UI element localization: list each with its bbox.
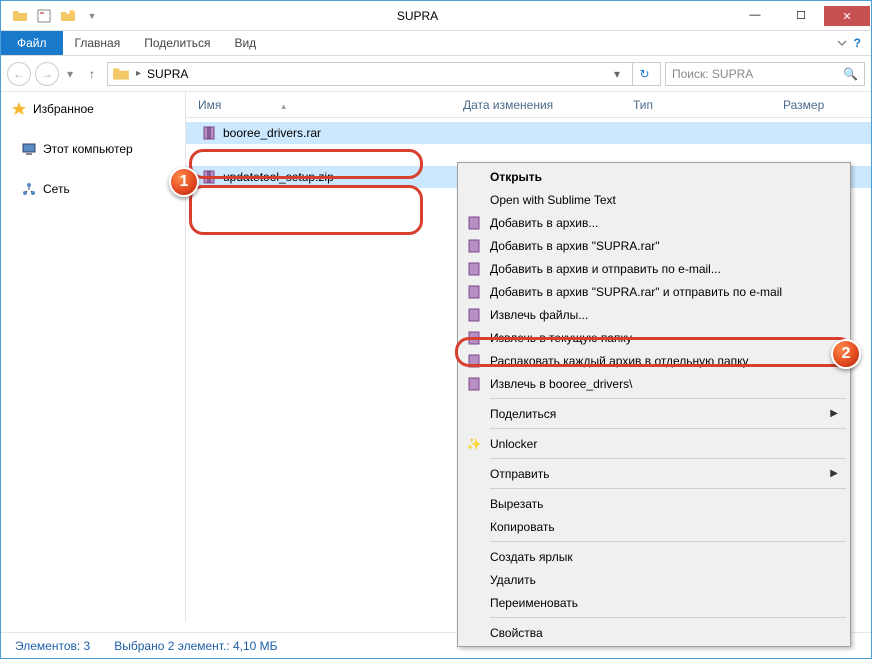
column-date[interactable]: Дата изменения [463,98,633,112]
ctx-rename[interactable]: Переименовать [460,591,848,614]
tab-file[interactable]: Файл [1,31,63,55]
window-title: SUPRA [103,9,732,23]
column-type[interactable]: Тип [633,98,783,112]
sidebar-item-label: Сеть [43,182,70,196]
separator [490,617,846,618]
back-button[interactable]: ← [7,62,31,86]
winrar-icon [464,328,484,348]
folder-icon [112,65,130,83]
ctx-sublime[interactable]: Open with Sublime Text [460,188,848,211]
tab-home[interactable]: Главная [63,31,133,55]
star-icon [11,101,27,117]
winrar-icon [464,374,484,394]
winrar-icon [464,259,484,279]
sort-indicator-icon: ▴ [281,101,286,111]
separator [490,541,846,542]
winrar-icon [464,236,484,256]
ctx-copy[interactable]: Копировать [460,515,848,538]
ctx-delete[interactable]: Удалить [460,568,848,591]
ribbon-tabs: Файл Главная Поделиться Вид ? [1,31,871,56]
ctx-extract-here[interactable]: Извлечь в текущую папку [460,326,848,349]
path-dropdown-icon[interactable]: ▾ [608,67,626,81]
step-marker-1: 1 [169,167,199,197]
properties-icon[interactable] [33,5,55,27]
submenu-arrow-icon: ▶ [830,408,838,419]
status-selected: Выбрано 2 элемент.: 4,10 МБ [114,639,277,653]
network-icon [21,181,37,197]
qat: ▼ [1,5,103,27]
ctx-send[interactable]: Отправить▶ [460,462,848,485]
winrar-icon [464,213,484,233]
sidebar-network[interactable]: Сеть [1,178,185,200]
winrar-icon [464,282,484,302]
file-name: updatetool_setup.zip [223,170,334,184]
archive-icon [201,169,217,185]
separator [490,428,846,429]
search-input[interactable]: Поиск: SUPRA 🔍 [665,62,865,86]
step-marker-2: 2 [831,339,861,369]
winrar-icon [464,305,484,325]
separator [490,488,846,489]
history-dropdown-icon[interactable]: ▾ [63,67,77,81]
column-size[interactable]: Размер [783,98,854,112]
chevron-right-icon[interactable]: ▸ [136,68,141,79]
ctx-shortcut[interactable]: Создать ярлык [460,545,848,568]
separator [490,398,846,399]
separator [490,458,846,459]
sidebar-item-label: Избранное [33,102,94,116]
titlebar: ▼ SUPRA — ☐ ✕ [1,1,871,31]
column-headers: Имя▴ Дата изменения Тип Размер [186,92,871,118]
status-count: Элементов: 3 [15,639,90,653]
tab-view[interactable]: Вид [222,31,268,55]
ctx-add-email[interactable]: Добавить в архив и отправить по e-mail..… [460,257,848,280]
qat-dropdown-icon[interactable]: ▼ [81,5,103,27]
submenu-arrow-icon: ▶ [830,468,838,479]
file-name: booree_drivers.rar [223,126,321,140]
search-icon[interactable]: 🔍 [843,67,858,81]
ctx-extract-files[interactable]: Извлечь файлы... [460,303,848,326]
sidebar-computer[interactable]: Этот компьютер [1,138,185,160]
file-row[interactable]: booree_drivers.rar [186,122,871,144]
explorer-window: ▼ SUPRA — ☐ ✕ Файл Главная Поделиться Ви… [0,0,872,659]
ctx-open[interactable]: Открыть [460,165,848,188]
sidebar-item-label: Этот компьютер [43,142,133,156]
ctx-share[interactable]: Поделиться▶ [460,402,848,425]
ctx-extract-each[interactable]: Распаковать каждый архив в отдельную пап… [460,349,848,372]
up-button[interactable]: ↑ [81,63,103,85]
ribbon-expand-icon[interactable]: ? [826,31,871,55]
system-buttons: — ☐ ✕ [732,5,871,26]
folder-icon [9,5,31,27]
path-segment[interactable]: SUPRA [147,67,188,81]
newfolder-icon[interactable] [57,5,79,27]
minimize-button[interactable]: — [732,5,778,25]
ctx-add-supra-email[interactable]: Добавить в архив "SUPRA.rar" и отправить… [460,280,848,303]
forward-button[interactable]: → [35,62,59,86]
column-name[interactable]: Имя▴ [198,98,463,112]
computer-icon [21,141,37,157]
context-menu: Открыть Open with Sublime Text Добавить … [457,162,851,647]
search-placeholder: Поиск: SUPRA [672,67,753,81]
ctx-add-supra[interactable]: Добавить в архив "SUPRA.rar" [460,234,848,257]
winrar-icon [464,351,484,371]
maximize-button[interactable]: ☐ [778,5,824,25]
archive-icon [201,125,217,141]
close-button[interactable]: ✕ [824,6,870,26]
refresh-button[interactable]: ↻ [632,63,656,85]
ctx-cut[interactable]: Вырезать [460,492,848,515]
ctx-extract-booree[interactable]: Извлечь в booree_drivers\ [460,372,848,395]
sidebar: Избранное Этот компьютер Сеть [1,92,186,622]
ctx-properties[interactable]: Свойства [460,621,848,644]
tab-share[interactable]: Поделиться [132,31,222,55]
ctx-unlocker[interactable]: ✨Unlocker [460,432,848,455]
address-bar: ← → ▾ ↑ ▸ SUPRA ▾ ↻ Поиск: SUPRA 🔍 [1,56,871,92]
wand-icon: ✨ [464,434,484,454]
sidebar-favorites[interactable]: Избранное [1,98,185,120]
ctx-add-archive[interactable]: Добавить в архив... [460,211,848,234]
path-box[interactable]: ▸ SUPRA ▾ ↻ [107,62,661,86]
